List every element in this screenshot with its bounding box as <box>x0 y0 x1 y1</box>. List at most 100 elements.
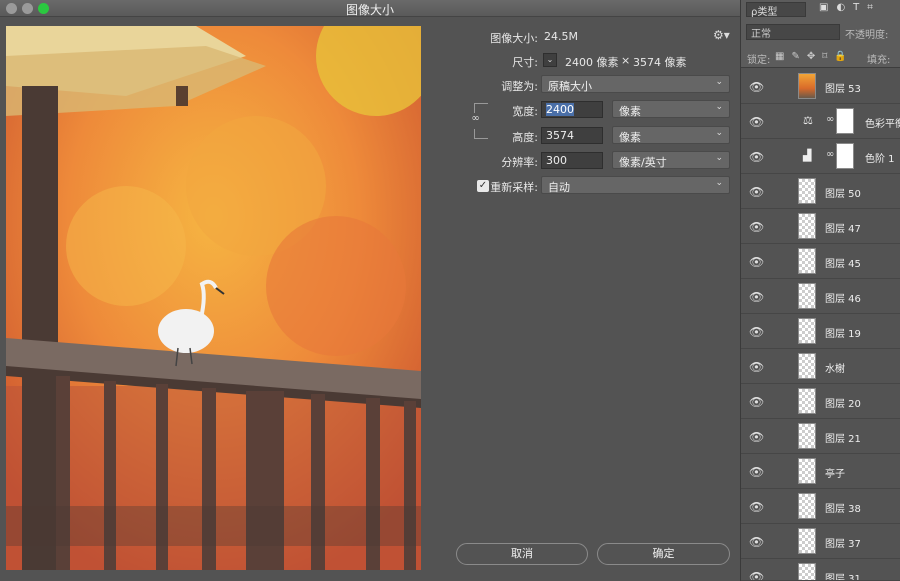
eye-icon[interactable]: 👁 <box>749 290 764 304</box>
layer-name: 图层 47 <box>825 224 861 235</box>
layer-thumbnail <box>798 248 816 274</box>
eye-icon[interactable]: 👁 <box>749 115 764 129</box>
layers-panel: ρ类型 ▣◐T⌗ 正常 不透明度: 锁定: ▦✎✥⌑🔒 填充: 👁 图层 53 … <box>740 0 900 581</box>
resolution-input[interactable]: 300 <box>541 152 603 169</box>
eye-icon[interactable]: 👁 <box>749 255 764 269</box>
chevron-down-icon: ⌄ <box>715 102 723 112</box>
image-size-label: 图像大小: <box>490 32 538 45</box>
chevron-down-icon: ⌄ <box>715 77 723 87</box>
layer-row[interactable]: 👁 图层 53 <box>741 69 900 104</box>
width-input-value: 2400 <box>546 103 574 116</box>
height-unit-value: 像素 <box>619 131 641 144</box>
layer-row[interactable]: 👁 图层 47 <box>741 209 900 244</box>
ok-button[interactable]: 确定 <box>597 543 730 565</box>
blend-mode-select[interactable]: 正常 <box>746 24 840 40</box>
height-unit-select[interactable]: 像素 ⌄ <box>612 126 730 144</box>
link-icon: ∞ <box>826 114 835 125</box>
layer-row[interactable]: 👁 图层 38 <box>741 489 900 524</box>
layer-mask-thumbnail <box>836 108 854 134</box>
image-size-dialog: 图像大小 图像大小: 24.5M ⚙▾ 尺寸: ⌄ 2400 像素 × 3574… <box>0 0 740 581</box>
layer-row[interactable]: 👁 ⚖ ∞ 色彩平衡 <box>741 104 900 139</box>
layer-thumbnail <box>798 283 816 309</box>
dimensions-units-dropdown[interactable]: ⌄ <box>543 53 557 67</box>
layer-row[interactable]: 👁 图层 20 <box>741 384 900 419</box>
resample-select[interactable]: 自动 ⌄ <box>541 176 730 194</box>
eye-icon[interactable]: 👁 <box>749 80 764 94</box>
layer-row[interactable]: 👁 亭子 <box>741 454 900 489</box>
height-label: 高度: <box>512 131 538 144</box>
dimensions-width-value: 2400 像素 <box>565 56 619 69</box>
filter-icons[interactable]: ▣◐T⌗ <box>819 2 881 13</box>
eye-icon[interactable]: 👁 <box>749 430 764 444</box>
layer-thumbnail <box>798 528 816 554</box>
eye-icon[interactable]: 👁 <box>749 220 764 234</box>
dimensions-height-value: 3574 像素 <box>633 56 687 69</box>
width-label: 宽度: <box>512 105 538 118</box>
layer-name: 图层 37 <box>825 539 861 550</box>
layer-thumbnail <box>798 458 816 484</box>
layer-name: 图层 45 <box>825 259 861 270</box>
chevron-down-icon: ⌄ <box>715 128 723 138</box>
fit-to-select[interactable]: 原稿大小 ⌄ <box>541 75 730 93</box>
resolution-label: 分辨率: <box>501 156 538 169</box>
levels-icon: ▟ <box>803 149 812 162</box>
layer-mask-thumbnail <box>836 143 854 169</box>
eye-icon[interactable]: 👁 <box>749 325 764 339</box>
layer-name: 图层 19 <box>825 329 861 340</box>
layer-name: 图层 20 <box>825 399 861 410</box>
layer-name: 图层 31 <box>825 574 861 581</box>
layer-thumbnail <box>798 318 816 344</box>
image-preview[interactable] <box>6 26 421 570</box>
layer-thumbnail <box>798 73 816 99</box>
layer-row[interactable]: 👁 图层 45 <box>741 244 900 279</box>
width-input[interactable]: 2400 <box>541 101 603 118</box>
dimensions-label: 尺寸: <box>512 56 538 69</box>
layer-row[interactable]: 👁 图层 37 <box>741 524 900 559</box>
layer-row[interactable]: 👁 图层 46 <box>741 279 900 314</box>
width-unit-value: 像素 <box>619 105 641 118</box>
resample-label: 重新采样: <box>490 181 538 194</box>
width-unit-select[interactable]: 像素 ⌄ <box>612 100 730 118</box>
layer-row[interactable]: 👁 ▟ ∞ 色阶 1 <box>741 139 900 174</box>
layer-row[interactable]: 👁 水榭 <box>741 349 900 384</box>
eye-icon[interactable]: 👁 <box>749 360 764 374</box>
fit-to-value: 原稿大小 <box>548 80 592 93</box>
layer-row[interactable]: 👁 图层 50 <box>741 174 900 209</box>
layer-name: 图层 21 <box>825 434 861 445</box>
layer-name: 色阶 1 <box>865 154 895 165</box>
layer-name: 图层 46 <box>825 294 861 305</box>
layer-name: 图层 50 <box>825 189 861 200</box>
layer-row[interactable]: 👁 图层 31 <box>741 559 900 581</box>
layer-thumbnail <box>798 353 816 379</box>
eye-icon[interactable]: 👁 <box>749 465 764 479</box>
eye-icon[interactable]: 👁 <box>749 185 764 199</box>
resample-value: 自动 <box>548 181 570 194</box>
eye-icon[interactable]: 👁 <box>749 535 764 549</box>
layer-row[interactable]: 👁 图层 19 <box>741 314 900 349</box>
layer-row[interactable]: 👁 图层 21 <box>741 419 900 454</box>
layer-name: 色彩平衡 <box>865 119 900 130</box>
lock-icons[interactable]: ▦✎✥⌑🔒 <box>775 51 854 62</box>
dimensions-times: × <box>621 54 631 67</box>
eye-icon[interactable]: 👁 <box>749 150 764 164</box>
layer-name: 图层 53 <box>825 84 861 95</box>
preview-artwork <box>6 26 421 570</box>
layer-thumbnail <box>798 178 816 204</box>
layer-thumbnail <box>798 493 816 519</box>
layer-thumbnail <box>798 213 816 239</box>
opacity-label: 不透明度: <box>845 30 889 41</box>
cancel-button[interactable]: 取消 <box>456 543 588 565</box>
gear-icon[interactable]: ⚙▾ <box>713 28 730 42</box>
eye-icon[interactable]: 👁 <box>749 500 764 514</box>
eye-icon[interactable]: 👁 <box>749 570 764 580</box>
fit-to-label: 调整为: <box>501 80 538 93</box>
height-input[interactable]: 3574 <box>541 127 603 144</box>
layer-filter-select[interactable]: ρ类型 <box>746 2 806 18</box>
title-bar: 图像大小 <box>0 0 740 17</box>
chevron-down-icon: ⌄ <box>715 153 723 163</box>
resolution-unit-select[interactable]: 像素/英寸 ⌄ <box>612 151 730 169</box>
eye-icon[interactable]: 👁 <box>749 395 764 409</box>
layer-name: 亭子 <box>825 469 845 480</box>
layers-panel-header: ρ类型 ▣◐T⌗ 正常 不透明度: 锁定: ▦✎✥⌑🔒 填充: <box>741 0 900 68</box>
image-size-value: 24.5M <box>544 30 578 43</box>
